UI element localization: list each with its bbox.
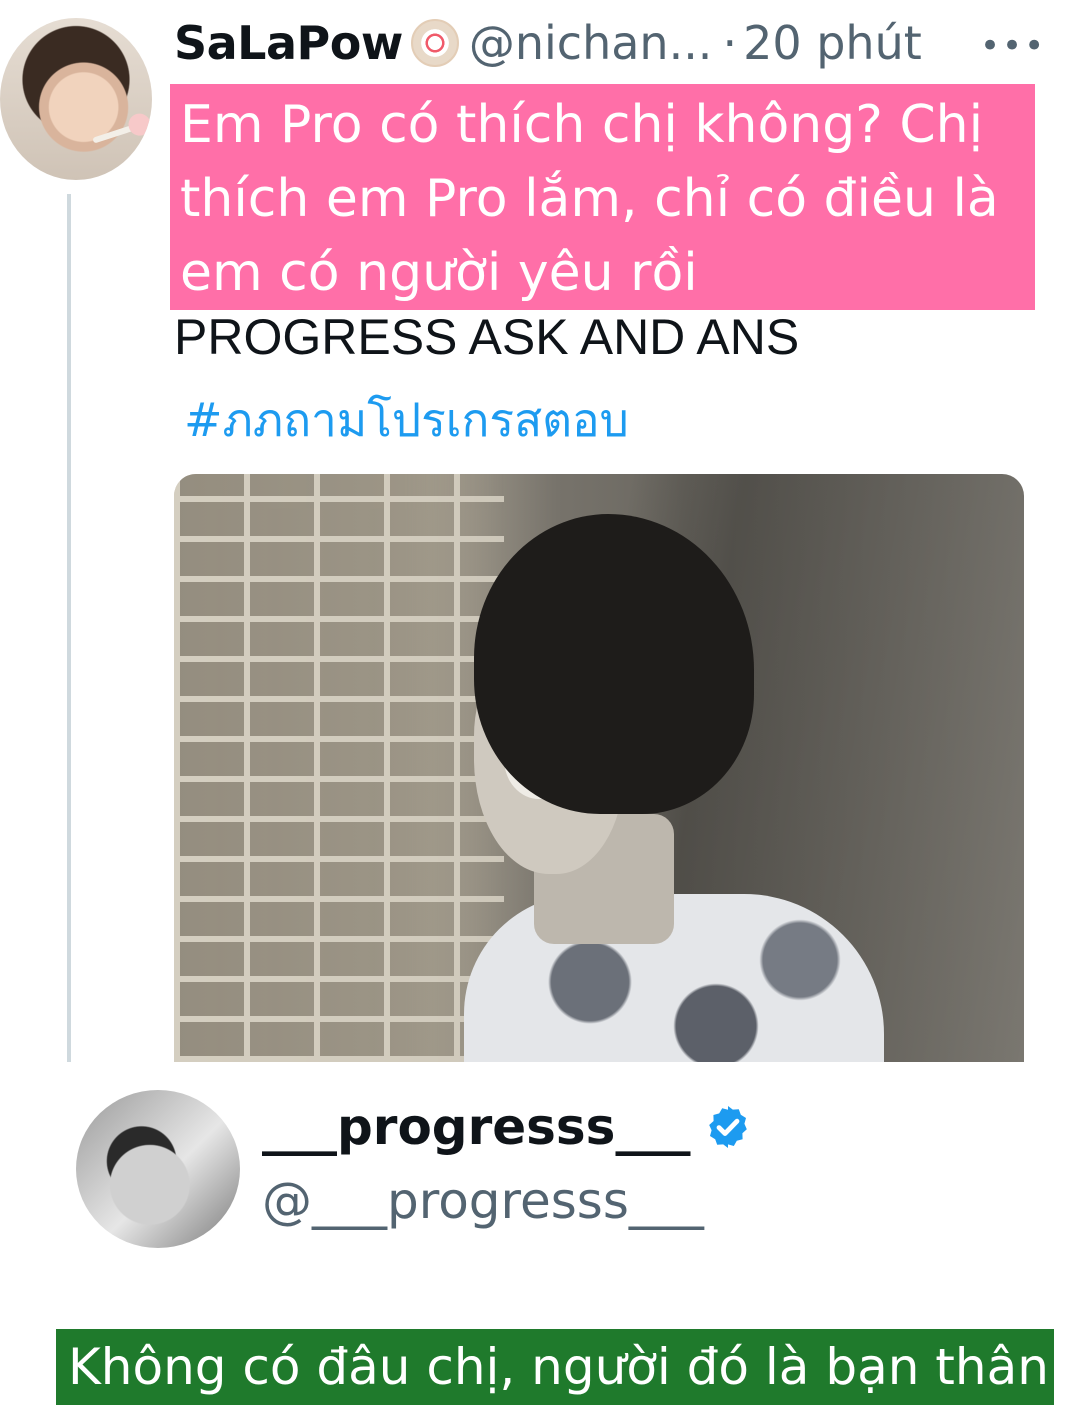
- verified-badge-icon: [709, 1106, 748, 1148]
- thread-connector-line: [67, 194, 71, 1062]
- tweet-photo[interactable]: [174, 474, 1024, 1062]
- separator-dot: ·: [722, 16, 738, 70]
- lollipop-graphic: [92, 122, 142, 144]
- tweet-text: PROGRESS ASK AND ANS: [174, 309, 800, 365]
- reply-author-handle[interactable]: @___progresss___: [262, 1172, 704, 1230]
- hashtag-link[interactable]: #ภภถามโปรเกรสตอบ: [184, 384, 629, 457]
- person-hair: [474, 514, 754, 814]
- tweet-timestamp[interactable]: 20 phút: [743, 16, 922, 70]
- profile-badge-icon: [410, 19, 459, 67]
- reply-author-row: ___progresss___: [262, 1098, 752, 1156]
- reply-author-name[interactable]: ___progresss___: [262, 1098, 690, 1156]
- tweet-header: SaLaPow @nichan... · 20 phút: [174, 12, 922, 74]
- author-handle[interactable]: @nichan...: [469, 16, 713, 70]
- person-shirt: [464, 894, 884, 1062]
- author-avatar[interactable]: [0, 18, 152, 180]
- reply-author-avatar[interactable]: [76, 1090, 240, 1248]
- answer-caption-overlay: Không có đâu chị, người đó là bạn thân: [56, 1329, 1054, 1405]
- brick-wall: [174, 474, 504, 1062]
- question-caption-overlay: Em Pro có thích chị không? Chị thích em …: [170, 84, 1035, 310]
- author-name[interactable]: SaLaPow: [174, 16, 403, 70]
- more-options-icon[interactable]: •••: [980, 26, 1046, 66]
